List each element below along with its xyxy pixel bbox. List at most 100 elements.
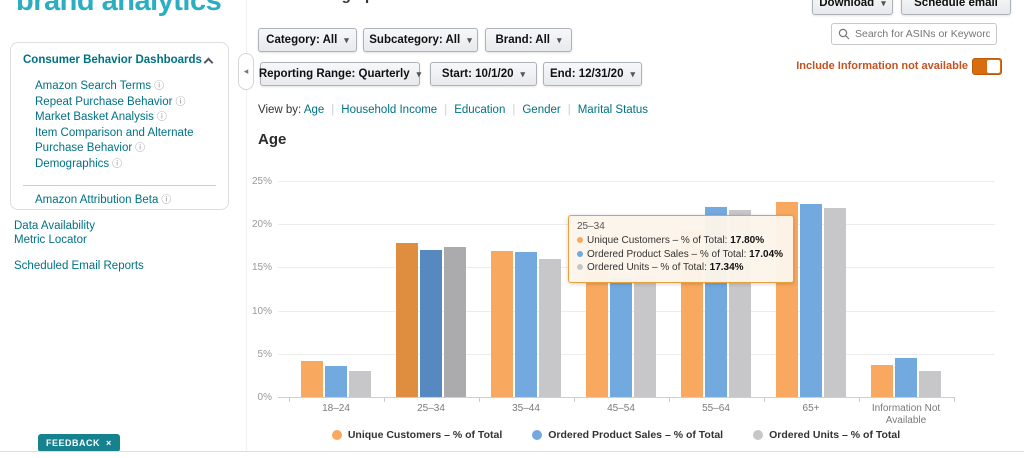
sidebar-item-amazon-attribution-beta[interactable]: Amazon Attribution Beta ⓘ bbox=[35, 193, 171, 209]
caret-down-icon: ▾ bbox=[467, 34, 472, 45]
y-axis-tick-label: 0% bbox=[257, 392, 272, 403]
subcategory-filter-button[interactable]: Subcategory: All ▾ bbox=[363, 28, 478, 52]
y-axis-tick-label: 5% bbox=[257, 348, 272, 360]
info-icon[interactable]: ⓘ bbox=[154, 81, 164, 92]
view-by-link-marital-status[interactable]: Marital Status bbox=[578, 104, 648, 116]
end-date-filter-button[interactable]: End: 12/31/20 ▾ bbox=[543, 62, 642, 86]
caret-down-icon: ▾ bbox=[881, 0, 886, 8]
sidebar-item-amazon-search-terms[interactable]: Amazon Search Terms ⓘ bbox=[35, 79, 221, 95]
bar-ordered-product-sales-35–44[interactable] bbox=[515, 251, 537, 397]
caret-down-icon: ▾ bbox=[557, 34, 562, 45]
search-box[interactable] bbox=[831, 23, 997, 45]
y-axis-tick-label: 20% bbox=[251, 219, 272, 231]
bar-ordered-units-25–34[interactable] bbox=[444, 247, 466, 397]
sidebar-item-item-comparison[interactable]: Item Comparison and Alternate Purchase B… bbox=[35, 126, 221, 157]
brand-filter-button[interactable]: Brand: All ▾ bbox=[485, 28, 572, 52]
feedback-button[interactable]: FEEDBACK × bbox=[38, 434, 120, 452]
chart-legend: Unique Customers – % of Total Ordered Pro… bbox=[278, 429, 954, 441]
info-icon[interactable]: ⓘ bbox=[112, 159, 122, 170]
include-info-toggle[interactable] bbox=[972, 58, 1002, 75]
bar-ordered-product-sales-information-not-available[interactable] bbox=[895, 358, 917, 397]
legend-dot-icon bbox=[577, 237, 583, 243]
separator: | bbox=[512, 104, 516, 116]
reporting-range-filter-button[interactable]: Reporting Range: Quarterly ▾ bbox=[259, 62, 422, 86]
logo-container: brand analytics bbox=[16, 0, 246, 19]
sidebar-collapse-button[interactable]: ◂ bbox=[238, 53, 254, 90]
bar-ordered-units-65+[interactable] bbox=[824, 207, 846, 397]
view-by-row: View by: Age | Household Income | Education |… bbox=[258, 104, 648, 116]
bar-ordered-units-18–24[interactable] bbox=[349, 371, 371, 397]
legend-dot-icon bbox=[577, 264, 583, 270]
legend-dot-icon bbox=[753, 430, 764, 440]
info-icon[interactable]: ⓘ bbox=[175, 97, 185, 108]
legend-item-ordered-units: Ordered Units – % of Total bbox=[753, 429, 900, 441]
x-axis-tick bbox=[668, 397, 670, 402]
separator: | bbox=[444, 104, 448, 116]
bar-ordered-units-35–44[interactable] bbox=[539, 258, 561, 397]
legend-item-ordered-product-sales: Ordered Product Sales – % of Total bbox=[532, 429, 723, 441]
x-axis-category-label: 25–34 bbox=[417, 403, 445, 414]
x-axis-category-label: 55–64 bbox=[702, 403, 730, 414]
bar-unique-customers-35–44[interactable] bbox=[491, 250, 513, 397]
bar-ordered-product-sales-65+[interactable] bbox=[800, 204, 822, 397]
separator: | bbox=[567, 104, 571, 116]
bar-unique-customers-18–24[interactable] bbox=[301, 360, 323, 397]
start-date-filter-button[interactable]: Start: 10/1/20 ▾ bbox=[430, 62, 537, 86]
view-by-label: View by: bbox=[258, 104, 302, 116]
info-icon[interactable]: ⓘ bbox=[161, 195, 171, 206]
x-axis-tick bbox=[573, 397, 575, 402]
sidebar-item-repeat-purchase-behavior[interactable]: Repeat Purchase Behavior ⓘ bbox=[35, 95, 221, 111]
view-by-link-education[interactable]: Education bbox=[454, 104, 505, 116]
gridline bbox=[278, 181, 995, 182]
bar-ordered-units-45–54[interactable] bbox=[634, 276, 656, 397]
include-info-label: Include Information not available bbox=[796, 60, 968, 72]
page-bottom-divider bbox=[0, 451, 1024, 452]
bar-unique-customers-25–34[interactable] bbox=[396, 243, 418, 397]
bar-unique-customers-45–54[interactable] bbox=[586, 269, 608, 397]
tooltip-title: 25–34 bbox=[577, 221, 605, 232]
legend-dot-icon bbox=[532, 430, 543, 440]
x-axis-tick bbox=[383, 397, 385, 402]
schedule-email-button[interactable]: Schedule email bbox=[901, 0, 1011, 15]
sidebar-item-market-basket-analysis[interactable]: Market Basket Analysis ⓘ bbox=[35, 110, 221, 126]
download-button[interactable]: Download ▾ bbox=[812, 0, 893, 15]
category-filter-button[interactable]: Category: All ▾ bbox=[258, 28, 357, 52]
x-axis-category-label: 18–24 bbox=[322, 403, 350, 414]
legend-dot-icon bbox=[331, 430, 342, 440]
y-axis-tick-label: 25% bbox=[251, 176, 272, 187]
sidebar-card: Consumer Behavior Dashboards Amazon Sear… bbox=[10, 42, 229, 210]
x-axis-tick bbox=[763, 397, 765, 402]
x-axis-category-label: 45–54 bbox=[607, 403, 635, 414]
view-by-link-household-income[interactable]: Household Income bbox=[341, 104, 437, 116]
bar-ordered-units-information-not-available[interactable] bbox=[919, 371, 941, 397]
chevron-up-icon[interactable] bbox=[203, 57, 214, 68]
x-axis-line bbox=[278, 397, 954, 398]
cropped-page-heading: Demographics bbox=[300, 0, 420, 5]
bar-ordered-product-sales-18–24[interactable] bbox=[325, 365, 347, 397]
bar-unique-customers-information-not-available[interactable] bbox=[871, 365, 893, 397]
link-metric-locator[interactable]: Metric Locator bbox=[14, 234, 87, 246]
x-axis-category-label: 65+ bbox=[802, 403, 820, 414]
y-axis-tick-label: 10% bbox=[251, 305, 272, 317]
bar-ordered-product-sales-45–54[interactable] bbox=[610, 277, 632, 397]
sidebar-item-demographics[interactable]: Demographics ⓘ bbox=[35, 157, 221, 173]
chart-section-title: Age bbox=[258, 131, 287, 148]
divider bbox=[23, 185, 216, 186]
info-icon[interactable]: ⓘ bbox=[157, 112, 167, 123]
x-axis-tick bbox=[288, 397, 290, 402]
sidebar-header-consumer-behavior[interactable]: Consumer Behavior Dashboards bbox=[11, 43, 228, 68]
caret-down-icon: ▾ bbox=[630, 68, 636, 79]
y-axis-tick-label: 15% bbox=[251, 262, 272, 274]
view-by-link-gender[interactable]: Gender bbox=[522, 104, 560, 116]
close-icon: × bbox=[106, 438, 112, 448]
link-scheduled-email-reports[interactable]: Scheduled Email Reports bbox=[14, 260, 144, 272]
caret-down-icon: ▾ bbox=[416, 68, 422, 79]
collapse-left-icon: ◂ bbox=[243, 66, 249, 76]
info-icon[interactable]: ⓘ bbox=[135, 143, 145, 154]
view-by-link-age[interactable]: Age bbox=[304, 104, 324, 116]
x-axis-tick bbox=[478, 397, 480, 402]
bar-ordered-product-sales-25–34[interactable] bbox=[420, 249, 442, 397]
link-data-availability[interactable]: Data Availability bbox=[14, 220, 95, 232]
search-input[interactable] bbox=[855, 28, 990, 40]
tooltip-row: Ordered Product Sales – % of Total: 17.0… bbox=[577, 248, 783, 262]
